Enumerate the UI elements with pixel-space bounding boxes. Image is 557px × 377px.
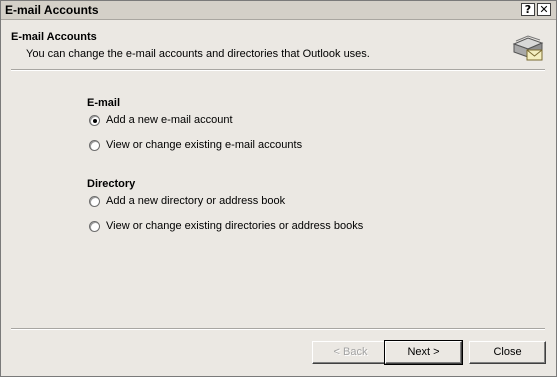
radio-label[interactable]: Add a new directory or address book [106,195,285,207]
option-add-email-account[interactable]: Add a new e-mail account [89,113,233,127]
window-title: E-mail Accounts [5,3,99,17]
radio-view-email-accounts[interactable] [89,139,100,151]
next-button[interactable]: Next > [384,340,463,365]
back-button[interactable]: < Back [312,341,389,364]
mail-accounts-icon [512,35,544,61]
email-group-title: E-mail [87,97,121,109]
email-accounts-dialog: E-mail Accounts ? ✕ E-mail Accounts You … [0,0,557,377]
header-subtitle: You can change the e-mail accounts and d… [26,48,370,60]
help-button[interactable]: ? [521,3,535,16]
window-close-button[interactable]: ✕ [537,3,551,16]
option-view-directories[interactable]: View or change existing directories or a… [89,219,363,233]
radio-label[interactable]: View or change existing directories or a… [106,220,363,232]
radio-add-directory[interactable] [89,195,100,207]
radio-label[interactable]: Add a new e-mail account [106,114,233,126]
wizard-header: E-mail Accounts You can change the e-mai… [1,20,556,70]
close-button[interactable]: Close [469,341,546,364]
radio-view-directories[interactable] [89,220,100,232]
option-view-email-accounts[interactable]: View or change existing e-mail accounts [89,138,302,152]
option-add-directory[interactable]: Add a new directory or address book [89,194,285,208]
directory-group-title: Directory [87,178,136,190]
header-title: E-mail Accounts [11,31,97,43]
title-bar[interactable]: E-mail Accounts ? ✕ [1,1,556,20]
radio-label[interactable]: View or change existing e-mail accounts [106,139,302,151]
header-separator [11,69,545,71]
radio-add-email-account[interactable] [89,114,100,126]
footer-separator [11,328,545,330]
